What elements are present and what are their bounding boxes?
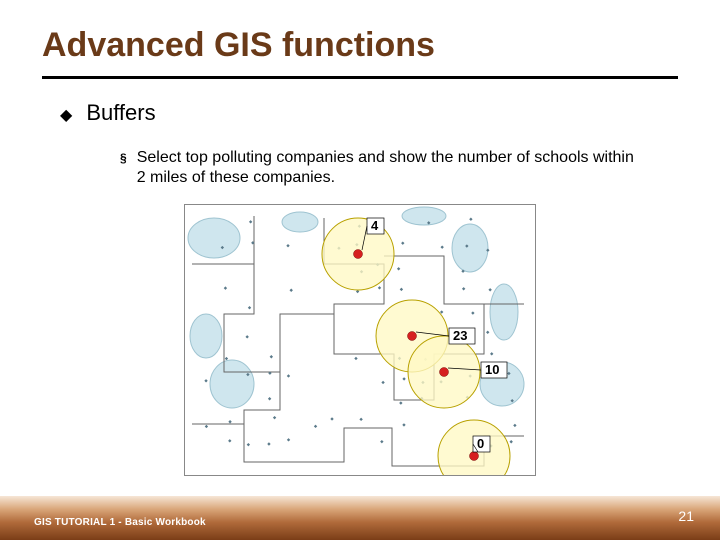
school-point [245, 335, 248, 338]
school-point [400, 288, 403, 291]
section-bullet-icon: § [120, 148, 127, 188]
footer-text: GIS TUTORIAL 1 - Basic Workbook [34, 517, 206, 528]
school-point [354, 357, 357, 360]
school-point [225, 357, 228, 360]
page-number: 21 [678, 508, 694, 524]
school-point [287, 374, 290, 377]
school-point [397, 267, 400, 270]
school-point [378, 286, 381, 289]
school-point [381, 381, 384, 384]
school-point [286, 244, 289, 247]
bullet-level2: § Select top polluting companies and sho… [120, 148, 670, 188]
school-point [273, 416, 276, 419]
buffer-count-label: 10 [485, 362, 499, 377]
school-point [488, 288, 491, 291]
slide: Advanced GIS functions ◆ Buffers § Selec… [0, 0, 720, 540]
school-point [513, 424, 516, 427]
school-point [287, 438, 290, 441]
school-point [402, 377, 405, 380]
school-point [359, 418, 362, 421]
diamond-bullet-icon: ◆ [60, 102, 72, 130]
map-figure: 4 23 10 0 [184, 204, 536, 476]
school-point [471, 311, 474, 314]
polluter-point [440, 368, 449, 377]
school-point [228, 439, 231, 442]
school-point [249, 220, 252, 223]
school-point [290, 289, 293, 292]
buffer-count-label: 0 [477, 436, 484, 451]
polluter-point [470, 452, 479, 461]
school-point [509, 440, 512, 443]
school-point [440, 245, 443, 248]
school-point [270, 355, 273, 358]
school-point [469, 218, 472, 221]
school-point [490, 352, 493, 355]
buffer-map-svg: 4 23 10 0 [184, 204, 536, 476]
title-underline [42, 76, 678, 79]
buffer-count-label: 23 [453, 328, 467, 343]
bullet-level1-text: Buffers [86, 100, 155, 126]
school-point [268, 397, 271, 400]
school-point [330, 417, 333, 420]
polluter-point [408, 332, 417, 341]
school-point [314, 425, 317, 428]
bullet-level2-text: Select top polluting companies and show … [137, 148, 637, 188]
slide-body: ◆ Buffers § Select top polluting compani… [60, 100, 670, 188]
school-point [205, 425, 208, 428]
school-point [401, 241, 404, 244]
school-point [248, 306, 251, 309]
school-point [228, 420, 231, 423]
school-point [399, 401, 402, 404]
buffer-count-label: 4 [371, 218, 379, 233]
school-point [247, 443, 250, 446]
slide-title: Advanced GIS functions [42, 26, 435, 65]
bullet-level1: ◆ Buffers [60, 100, 670, 130]
polluter-point [354, 250, 363, 259]
school-point [204, 379, 207, 382]
school-point [380, 440, 383, 443]
school-point [486, 331, 489, 334]
school-point [462, 287, 465, 290]
school-point [224, 286, 227, 289]
school-point [267, 442, 270, 445]
school-point [402, 423, 405, 426]
